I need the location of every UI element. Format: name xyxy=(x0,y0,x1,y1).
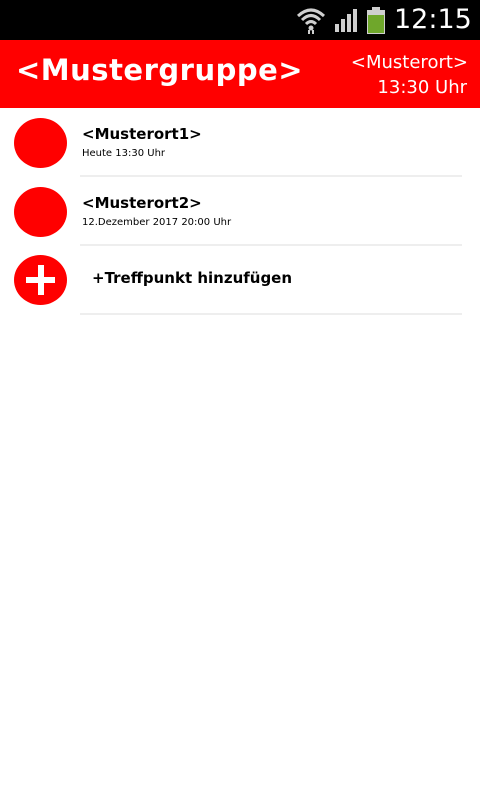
signal-icon xyxy=(335,9,357,32)
divider xyxy=(80,313,462,315)
status-clock: 12:15 xyxy=(394,4,472,35)
header-place: <Musterort> xyxy=(350,52,468,73)
place-name: <Musterort1> xyxy=(82,125,202,143)
place-name: <Musterort2> xyxy=(82,194,202,212)
place-avatar xyxy=(14,118,67,168)
battery-icon xyxy=(367,7,385,34)
plus-icon xyxy=(14,255,67,305)
add-meeting-point-button[interactable]: +Treffpunkt hinzufügen xyxy=(0,246,480,315)
place-time: 12.Dezember 2017 20:00 Uhr xyxy=(82,217,232,228)
header-time: 13:30 Uhr xyxy=(377,77,467,98)
list-item[interactable]: <Musterort2> 12.Dezember 2017 20:00 Uhr xyxy=(0,177,480,246)
add-meeting-point-label: +Treffpunkt hinzufügen xyxy=(92,269,293,287)
status-bar: 12:15 xyxy=(0,0,480,40)
group-title[interactable]: <Mustergruppe> xyxy=(16,52,303,88)
list-item[interactable]: <Musterort1> Heute 13:30 Uhr xyxy=(0,108,480,177)
app-header: <Mustergruppe> <Musterort> 13:30 Uhr xyxy=(0,40,480,108)
place-avatar xyxy=(14,187,67,237)
place-time: Heute 13:30 Uhr xyxy=(82,148,166,159)
wifi-icon xyxy=(296,8,326,34)
meeting-point-list: <Musterort1> Heute 13:30 Uhr <Musterort2… xyxy=(0,108,480,315)
